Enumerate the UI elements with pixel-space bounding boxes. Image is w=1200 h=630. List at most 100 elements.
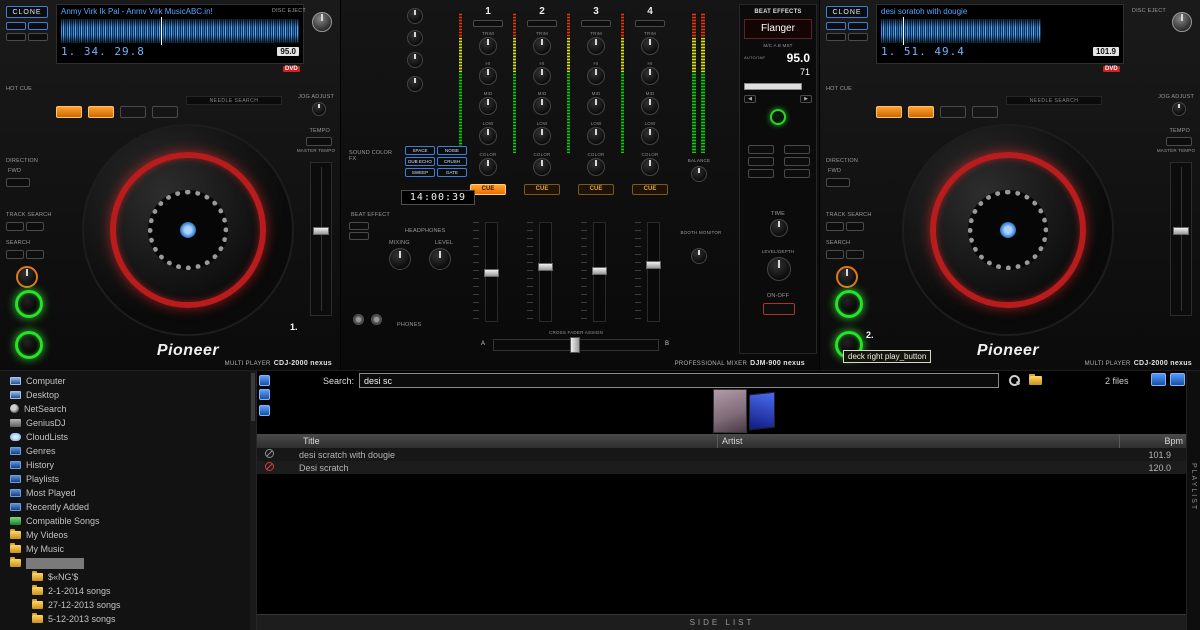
trim-knob[interactable]	[479, 37, 497, 55]
sidebar-item-recently-added[interactable]: Recently Added	[0, 500, 256, 514]
fx-select-button-2[interactable]	[784, 145, 810, 154]
table-header[interactable]: Title Artist Bpm	[257, 434, 1187, 448]
color-knob[interactable]	[533, 158, 551, 176]
loop-out-button[interactable]	[848, 22, 868, 30]
direction-switch[interactable]	[826, 178, 850, 187]
color-fx-crush-button[interactable]: CRUSH	[437, 157, 467, 166]
fx-on-off-button[interactable]	[763, 303, 795, 315]
midi-button[interactable]	[349, 222, 369, 230]
play-button[interactable]	[15, 331, 43, 359]
tempo-range-button[interactable]	[306, 137, 332, 146]
hot-cue-rec-button[interactable]	[972, 106, 998, 118]
mid-eq-knob[interactable]	[641, 97, 659, 115]
hot-cue-rec-button[interactable]	[152, 106, 178, 118]
input-select-switch[interactable]	[527, 20, 557, 27]
channel-fader-handle[interactable]	[646, 261, 661, 269]
search-back-button[interactable]	[826, 250, 844, 259]
track-search-back-button[interactable]	[6, 222, 24, 231]
tempo-slider[interactable]	[310, 162, 332, 316]
jog-adjust-knob[interactable]	[312, 102, 326, 116]
channel-cue-button[interactable]: CUE	[578, 184, 614, 195]
mic-eq-low-knob[interactable]	[407, 30, 423, 46]
quantize-button[interactable]	[349, 232, 369, 240]
sidebar-item-folder-songs[interactable]: $«NG'$	[0, 570, 256, 584]
needle-search-strip[interactable]: NEEDLE SEARCH	[1006, 96, 1102, 105]
hot-cue-a-button[interactable]	[56, 106, 82, 118]
color-fx-space-button[interactable]: SPACE	[405, 146, 435, 155]
color-fx-dubecho-button[interactable]: DUB ECHO	[405, 157, 435, 166]
sidebar-item-computer[interactable]: Computer	[0, 374, 256, 388]
color-knob[interactable]	[479, 158, 497, 176]
playlist-strip[interactable]: PLAYLIST	[1186, 371, 1200, 630]
beat-right-button[interactable]: ▶	[800, 95, 812, 103]
tempo-slider[interactable]	[1170, 162, 1192, 316]
fx-select-button-3[interactable]	[748, 157, 774, 166]
sidebar-item-folder-5-12-2013[interactable]: 5-12-2013 songs	[0, 612, 256, 626]
column-artist[interactable]: Artist	[717, 434, 1119, 448]
sidebar-item-genres[interactable]: Genres	[0, 444, 256, 458]
color-fx-gate-button[interactable]: GATE	[437, 168, 467, 177]
search-input[interactable]	[359, 373, 999, 388]
loop-in-button[interactable]	[6, 22, 26, 30]
color-fx-sweep-button[interactable]: SWEEP	[405, 168, 435, 177]
open-folder-icon[interactable]	[1029, 374, 1042, 385]
crossfader-handle[interactable]	[570, 337, 580, 353]
channel-fader-handle[interactable]	[592, 267, 607, 275]
tempo-range-button[interactable]	[1166, 137, 1192, 146]
sidelist-toggle-icon[interactable]	[1170, 373, 1185, 386]
sidebar-item-compatible-songs[interactable]: Compatible Songs	[0, 514, 256, 528]
add-folder-icon[interactable]	[259, 405, 270, 416]
direction-switch[interactable]	[6, 178, 30, 187]
sidebar-item-folder-2-1-2014[interactable]: 2-1-2014 songs	[0, 584, 256, 598]
jog-wheel[interactable]	[82, 124, 294, 336]
search-fwd-button[interactable]	[26, 250, 44, 259]
table-row[interactable]: desi scratch with dougie 101.9	[257, 448, 1187, 461]
needle-search-strip[interactable]: NEEDLE SEARCH	[186, 96, 282, 105]
album-cover[interactable]	[713, 389, 747, 433]
low-eq-knob[interactable]	[479, 127, 497, 145]
track-search-fwd-button[interactable]	[26, 222, 44, 231]
hot-cue-b-button[interactable]	[908, 106, 934, 118]
balance-knob[interactable]	[691, 166, 707, 182]
jog-wheel[interactable]	[902, 124, 1114, 336]
sidebar-item-netsearch[interactable]: NetSearch	[0, 402, 256, 416]
channel-cue-button[interactable]: CUE	[470, 184, 506, 195]
shortcuts-panel-icon[interactable]	[259, 389, 270, 400]
disc-eject-knob[interactable]	[312, 12, 332, 32]
trim-knob[interactable]	[587, 37, 605, 55]
loop-out-button[interactable]	[28, 22, 48, 30]
tempo-slider-handle[interactable]	[1173, 227, 1189, 235]
low-eq-knob[interactable]	[641, 127, 659, 145]
sidebar-item-folder-27-12-2013[interactable]: 27-12-2013 songs	[0, 598, 256, 612]
channel-fader[interactable]	[592, 222, 607, 322]
waveform[interactable]	[61, 17, 299, 45]
vinyl-speed-knob[interactable]	[836, 266, 858, 288]
trim-knob[interactable]	[533, 37, 551, 55]
clone-button[interactable]: CLONE	[6, 6, 48, 18]
hi-eq-knob[interactable]	[479, 67, 497, 85]
input-select-switch[interactable]	[635, 20, 665, 27]
search-back-button[interactable]	[6, 250, 24, 259]
cue-button[interactable]	[15, 290, 43, 318]
channel-fader[interactable]	[538, 222, 553, 322]
beat-left-button[interactable]: ◀	[744, 95, 756, 103]
hot-cue-a-button[interactable]	[876, 106, 902, 118]
vinyl-speed-knob[interactable]	[16, 266, 38, 288]
channel-fader[interactable]	[484, 222, 499, 322]
disc-eject-knob[interactable]	[1172, 12, 1192, 32]
color-knob[interactable]	[587, 158, 605, 176]
hot-cue-c-button[interactable]	[940, 106, 966, 118]
album-cover[interactable]	[749, 391, 775, 431]
sidebar-item-desktop[interactable]: Desktop	[0, 388, 256, 402]
color-fx-noise-button[interactable]: NOISE	[437, 146, 467, 155]
table-row[interactable]: Desi scratch 120.0	[257, 461, 1187, 474]
sidebar-item-my-music[interactable]: My Music	[0, 542, 256, 556]
trim-knob[interactable]	[641, 37, 659, 55]
playlist-toggle-icon[interactable]	[1151, 373, 1166, 386]
reloop-button[interactable]	[6, 33, 26, 41]
fx-select-button-5[interactable]	[748, 169, 774, 178]
scrollbar-thumb[interactable]	[251, 373, 255, 421]
input-select-switch[interactable]	[473, 20, 503, 27]
input-select-switch[interactable]	[581, 20, 611, 27]
sidebar-item-playlists[interactable]: Playlists	[0, 472, 256, 486]
